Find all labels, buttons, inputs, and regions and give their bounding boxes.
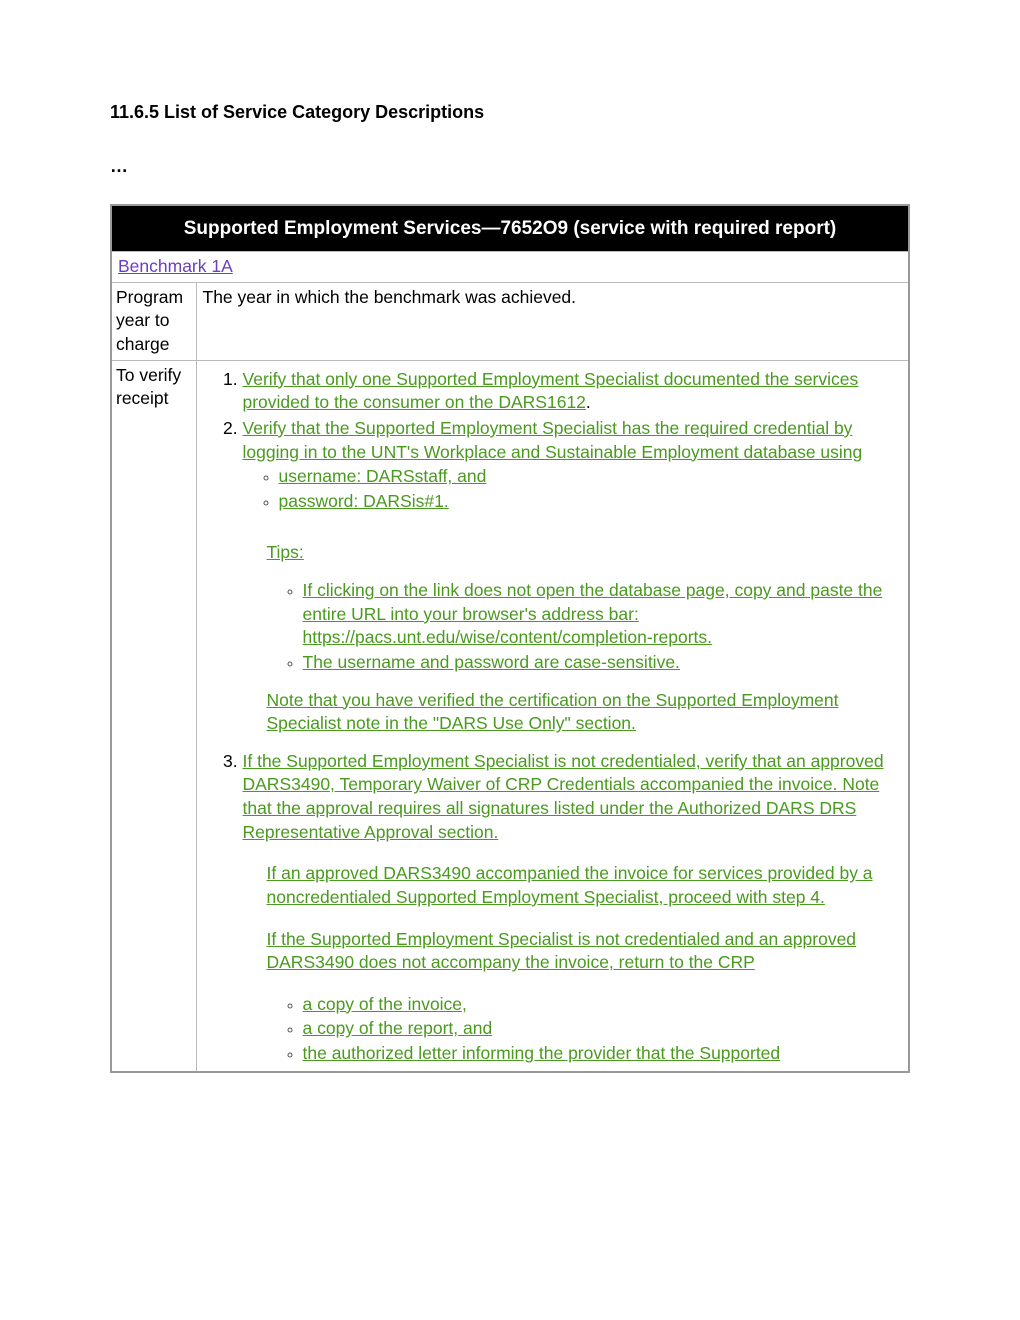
program-year-label: Program year to charge [111, 282, 196, 360]
after3-sub-b: a copy of the report, and [303, 1017, 903, 1041]
after3-sublist: a copy of the invoice, a copy of the rep… [267, 993, 903, 1066]
verify-item-3-text: If the Supported Employment Specialist i… [243, 751, 884, 842]
after3-para-1: If an approved DARS3490 accompanied the … [267, 862, 903, 909]
benchmark-row: Benchmark 1A [111, 252, 909, 283]
verify-item-2-text: Verify that the Supported Employment Spe… [243, 418, 863, 462]
after3-para-2: If the Supported Employment Specialist i… [267, 928, 903, 975]
tips-sub-a: If clicking on the link does not open th… [303, 579, 903, 650]
program-year-value: The year in which the benchmark was achi… [196, 282, 909, 360]
after3-sub-b-text: a copy of the report, and [303, 1018, 493, 1038]
service-table: Supported Employment Services—7652O9 (se… [110, 204, 910, 1073]
verify-item-2-sublist: username: DARSstaff, and password: DARSi… [243, 465, 903, 513]
benchmark-link[interactable]: Benchmark 1A [118, 256, 233, 276]
after3-para-1-text: If an approved DARS3490 accompanied the … [267, 863, 873, 907]
table-header: Supported Employment Services—7652O9 (se… [111, 205, 909, 252]
after3-sub-a-tail: , [462, 994, 467, 1014]
verify-note: Note that you have verified the certific… [267, 689, 903, 736]
tips-sub-a-url: https://pacs.unt.edu/wise/content/comple… [303, 627, 713, 647]
verify-item-1-text: Verify that only one Supported Employmen… [243, 369, 859, 413]
tips-sub-b-text: The username and password are case-sensi… [303, 652, 680, 672]
verify-item-1: Verify that only one Supported Employmen… [243, 368, 903, 415]
after3-sub-a: a copy of the invoice, [303, 993, 903, 1017]
section-heading: 11.6.5 List of Service Category Descript… [110, 100, 910, 124]
verify-item-1-tail: . [586, 392, 591, 412]
verify-item-2-sub-a: username: DARSstaff, and [279, 465, 903, 489]
after3-para-2-text: If the Supported Employment Specialist i… [267, 929, 857, 973]
verify-item-2-sub-b-text: password: DARSis#1. [279, 491, 449, 511]
verify-receipt-value: Verify that only one Supported Employmen… [196, 360, 909, 1072]
verify-item-2-sub-a-text: username: DARSstaff, and [279, 466, 487, 486]
tips-sub-b: The username and password are case-sensi… [303, 651, 903, 675]
verify-list: Verify that only one Supported Employmen… [203, 368, 903, 1066]
tips-sub-a-pre: If clicking on the link does not open th… [303, 580, 883, 624]
verify-note-text: Note that you have verified the certific… [267, 690, 839, 734]
verify-item-2-sub-b: password: DARSis#1. [279, 490, 903, 514]
verify-receipt-label: To verify receipt [111, 360, 196, 1072]
verify-item-2: Verify that the Supported Employment Spe… [243, 417, 903, 736]
section-ellipsis: … [110, 154, 910, 178]
after3-sub-c-text: the authorized letter informing the prov… [303, 1043, 781, 1063]
after3-sub-c: the authorized letter informing the prov… [303, 1042, 903, 1066]
tips-heading: Tips: [267, 541, 903, 565]
tips-heading-text: Tips: [267, 542, 304, 562]
verify-item-3: If the Supported Employment Specialist i… [243, 750, 903, 1066]
after3-sub-a-text: a copy of the invoice [303, 994, 463, 1014]
tips-sublist: If clicking on the link does not open th… [267, 579, 903, 675]
